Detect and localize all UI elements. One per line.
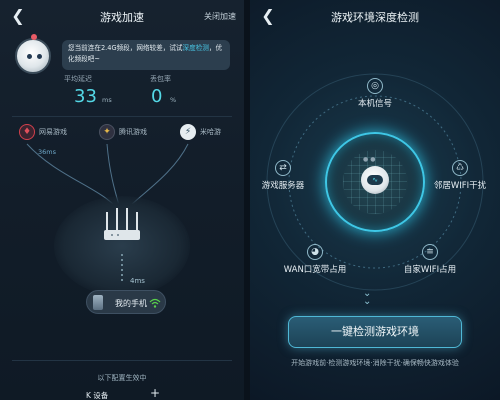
phone-icon (93, 295, 103, 310)
device-label: 我的手机 (115, 299, 147, 308)
node-label: WAN口宽带占用 (283, 265, 347, 275)
netease-icon: ♦ (19, 124, 35, 140)
packet-loss-label: 丢包率 (150, 75, 171, 83)
tencent-icon: ✦ (99, 124, 115, 140)
right-top-bar: ❮ 游戏环境深度检测 (250, 0, 500, 32)
divider (12, 116, 232, 117)
latency-value: 33 (74, 86, 97, 107)
chevron-down-icon: ⌄ (363, 296, 372, 307)
device-config-item[interactable]: K 设备 (86, 390, 108, 400)
node-neighbor-wifi[interactable]: ♺ 邻居WIFI干扰 (410, 160, 500, 191)
network-tip-message[interactable]: 您当前连在2.4G频段，网络较差，试试深度检测，优化频段吧~ (62, 40, 230, 70)
gauge-icon: ◕ (307, 244, 323, 260)
add-config-button[interactable]: + (150, 386, 160, 400)
wifi-icon (149, 298, 161, 308)
close-acceleration-button[interactable]: 关闭加速 (204, 11, 236, 22)
node-label: 本机信号 (357, 99, 392, 109)
node-label: 邻居WIFI干扰 (433, 181, 487, 191)
game-acceleration-panel: ❮ 游戏加速 关闭加速 您当前连在2.4G频段，网络较差，试试深度检测，优化频段… (0, 0, 244, 400)
wifi-icon: ♺ (452, 160, 468, 176)
robot-avatar-icon (15, 34, 51, 74)
globe-icon: ◎ (367, 78, 383, 94)
my-phone-device[interactable]: 我的手机 (86, 290, 166, 314)
config-active-label: 以下配置生效中 (97, 374, 147, 382)
sound-wave-icon: ≡ (422, 244, 438, 260)
router-latency-label: 4ms (130, 277, 145, 285)
node-label: 游戏服务器 (261, 181, 305, 191)
router-icon (104, 208, 140, 240)
node-label: 自家WIFI占用 (403, 265, 457, 275)
pulse-icon: ∿ (367, 175, 383, 185)
robot-icon: ∿ (361, 166, 389, 194)
deep-detection-panel: ❮ 游戏环境深度检测 ●● ∿ ◎ 本机信号 ⇄ 游戏服务器 ♺ 邻居WIFI干… (250, 0, 500, 400)
node-home-wifi[interactable]: ≡ 自家WIFI占用 (380, 244, 480, 275)
mihoyo-icon: ⚡ (180, 124, 196, 140)
game-label: 腾讯游戏 (119, 128, 147, 136)
latency-unit: ms (102, 96, 112, 104)
divider (12, 360, 232, 361)
packet-loss-unit: % (170, 96, 177, 104)
game-label: 米哈游 (200, 128, 221, 136)
page-title: 游戏环境深度检测 (331, 11, 419, 24)
detect-subtitle: 开始游戏前·检测游戏环境·消除干扰·确保畅快游戏体验 (291, 359, 459, 367)
one-click-detect-button[interactable]: 一键检测游戏环境 (288, 316, 462, 348)
left-top-bar: ❮ 游戏加速 关闭加速 (0, 0, 244, 32)
packet-loss-value: 0 (151, 86, 163, 107)
latency-label: 平均延迟 (64, 75, 92, 83)
game-label: 网易游戏 (39, 128, 67, 136)
orb-dots: ●● (363, 156, 378, 163)
tip-text: 您当前连在2.4G频段，网络较差，试试 (68, 44, 183, 52)
node-game-server[interactable]: ⇄ 游戏服务器 (250, 160, 333, 191)
node-wan-usage[interactable]: ◕ WAN口宽带占用 (265, 244, 365, 275)
connection-dots (121, 254, 123, 282)
swap-arrows-icon: ⇄ (275, 160, 291, 176)
node-local-signal[interactable]: ◎ 本机信号 (325, 78, 425, 109)
deep-detect-link[interactable]: 深度检测 (183, 44, 209, 52)
